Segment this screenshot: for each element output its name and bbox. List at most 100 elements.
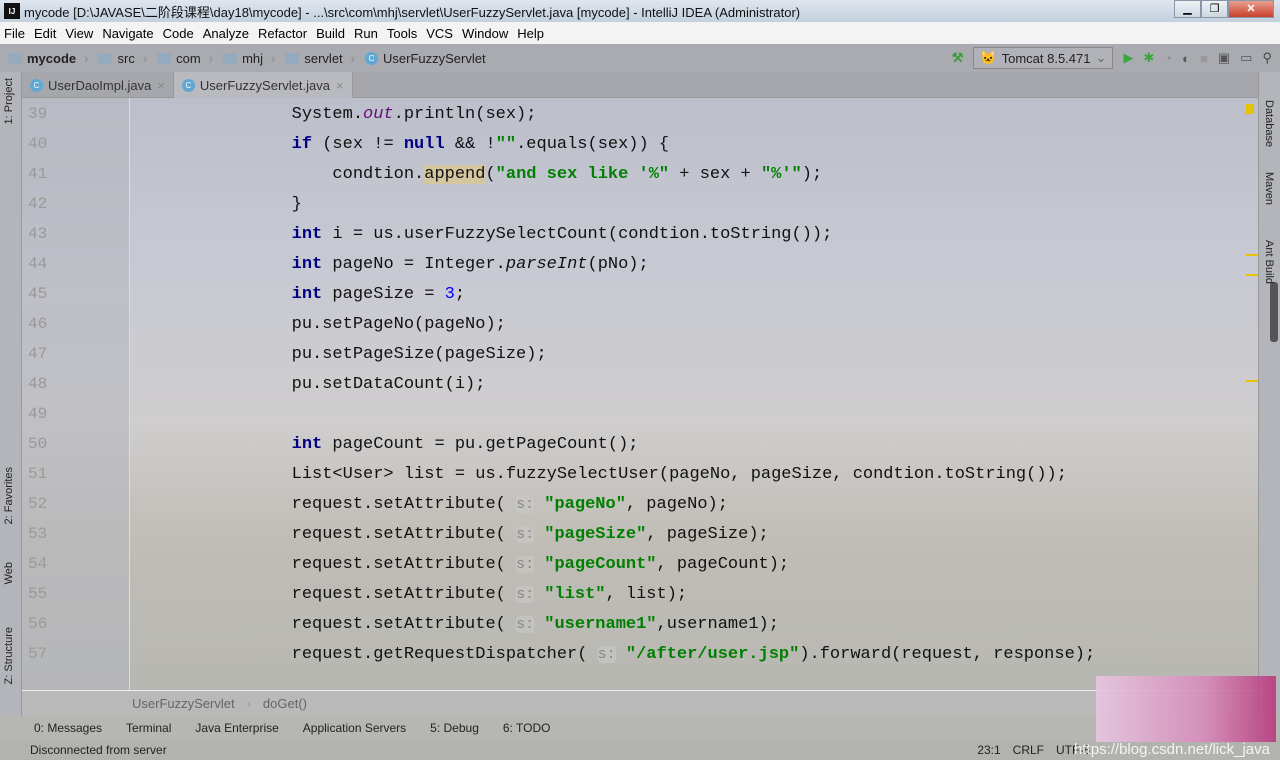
breadcrumb-src[interactable]: src › bbox=[98, 51, 147, 66]
parameter-hint: s: bbox=[516, 586, 535, 603]
menu-window[interactable]: Window bbox=[462, 26, 508, 41]
folder-icon bbox=[223, 52, 238, 64]
java-class-icon: C bbox=[30, 78, 43, 92]
breadcrumb-userfuzzyservlet[interactable]: C UserFuzzyServlet bbox=[365, 51, 486, 66]
run-icon[interactable]: ▶ bbox=[1123, 50, 1133, 66]
code-line[interactable]: pu.setDataCount(i); bbox=[210, 375, 486, 394]
code-line[interactable]: pu.setPageSize(pageSize); bbox=[210, 345, 547, 364]
tool-z-structure[interactable]: Z: Structure bbox=[3, 627, 15, 684]
tab-userdaoimpl-java[interactable]: C UserDaoImpl.java × bbox=[22, 72, 174, 98]
module-icon bbox=[8, 52, 22, 64]
code-token: int bbox=[291, 255, 323, 274]
tool-window--messages[interactable]: 0: Messages bbox=[34, 721, 102, 735]
debug-icon[interactable]: ✱ bbox=[1143, 50, 1154, 66]
menu-code[interactable]: Code bbox=[163, 26, 194, 41]
code-line[interactable]: int i = us.userFuzzySelectCount(condtion… bbox=[210, 225, 833, 244]
breadcrumb-class[interactable]: UserFuzzyServlet bbox=[132, 696, 235, 711]
caret-position[interactable]: 23:1 bbox=[977, 743, 1000, 757]
tool-ant-build[interactable]: Ant Build bbox=[1263, 240, 1275, 284]
code-line[interactable]: if (sex != null && !"".equals(sex)) { bbox=[210, 135, 670, 154]
code-line[interactable]: request.setAttribute( s: "pageSize", pag… bbox=[210, 525, 769, 544]
title-bar: IJ mycode [D:\JAVASE\二阶段课程\day18\mycode]… bbox=[0, 0, 1280, 22]
code-line[interactable]: request.setAttribute( s: "pageCount", pa… bbox=[210, 555, 790, 574]
tool-window-java-enterprise[interactable]: Java Enterprise bbox=[195, 721, 278, 735]
menu-edit[interactable]: Edit bbox=[34, 26, 56, 41]
code-line[interactable]: request.setAttribute( s: "list", list); bbox=[210, 585, 688, 604]
code-token: "username1" bbox=[544, 615, 657, 634]
tool-window-application-servers[interactable]: Application Servers bbox=[303, 721, 406, 735]
tool--project[interactable]: 1: Project bbox=[3, 78, 15, 124]
code-line[interactable]: } bbox=[210, 195, 302, 214]
build-icon[interactable]: ⚒ bbox=[952, 50, 964, 66]
close-tab-icon[interactable]: × bbox=[336, 78, 344, 93]
terminal-icon[interactable]: ▭ bbox=[1240, 50, 1252, 66]
profile-icon[interactable]: ◐ bbox=[1182, 51, 1190, 66]
code-line[interactable]: int pageNo = Integer.parseInt(pNo); bbox=[210, 255, 649, 274]
menu-vcs[interactable]: VCS bbox=[426, 26, 453, 41]
code-line[interactable]: request.setAttribute( s: "username1",use… bbox=[210, 615, 779, 634]
breadcrumb-com[interactable]: com › bbox=[157, 51, 213, 66]
code-line[interactable]: condtion.append("and sex like '%" + sex … bbox=[210, 165, 822, 184]
line-number: 47 bbox=[28, 345, 48, 363]
code-token: (sex != bbox=[312, 135, 404, 154]
code-token: List<User> list = us.fuzzySelectUser(pag… bbox=[210, 465, 1067, 484]
code-token: int bbox=[291, 225, 323, 244]
parameter-hint: s: bbox=[516, 526, 535, 543]
menu-navigate[interactable]: Navigate bbox=[102, 26, 153, 41]
coverage-icon[interactable]: ◔ bbox=[1164, 51, 1172, 66]
stop-icon[interactable]: ■ bbox=[1200, 51, 1208, 66]
restore-button[interactable]: ❐ bbox=[1201, 0, 1228, 18]
code-token: i = us.userFuzzySelectCount(condtion.toS… bbox=[322, 225, 833, 244]
close-tab-icon[interactable]: × bbox=[157, 78, 165, 93]
search-icon[interactable]: ⚲ bbox=[1262, 50, 1272, 66]
menu-build[interactable]: Build bbox=[316, 26, 345, 41]
breadcrumb-mycode[interactable]: mycode › bbox=[8, 51, 88, 66]
chevron-right-icon: › bbox=[208, 50, 214, 66]
line-number: 42 bbox=[28, 195, 48, 213]
code-line[interactable]: request.setAttribute( s: "pageNo", pageN… bbox=[210, 495, 728, 514]
code-line[interactable]: int pageSize = 3; bbox=[210, 285, 465, 304]
menu-tools[interactable]: Tools bbox=[387, 26, 417, 41]
breadcrumb-mhj[interactable]: mhj › bbox=[223, 51, 275, 66]
tab-userfuzzyservlet-java[interactable]: C UserFuzzyServlet.java × bbox=[173, 72, 353, 98]
menu-file[interactable]: File bbox=[4, 26, 25, 41]
code-token: } bbox=[210, 195, 302, 214]
line-separator[interactable]: CRLF bbox=[1013, 743, 1044, 757]
parameter-hint: s: bbox=[516, 616, 535, 633]
code-line[interactable]: int pageCount = pu.getPageCount(); bbox=[210, 435, 639, 454]
menu-view[interactable]: View bbox=[65, 26, 93, 41]
close-button[interactable]: ✕ bbox=[1228, 0, 1274, 18]
scrollbar[interactable] bbox=[1270, 282, 1278, 342]
tool-maven[interactable]: Maven bbox=[1263, 172, 1275, 205]
code-line[interactable]: List<User> list = us.fuzzySelectUser(pag… bbox=[210, 465, 1067, 484]
line-number: 48 bbox=[28, 375, 48, 393]
run-configuration-select[interactable]: 🐱 Tomcat 8.5.471 ⌄ bbox=[973, 47, 1114, 69]
tool-window-terminal[interactable]: Terminal bbox=[126, 721, 171, 735]
tool-window--todo[interactable]: 6: TODO bbox=[503, 721, 551, 735]
minimize-button[interactable]: ▁ bbox=[1174, 0, 1201, 18]
menu-run[interactable]: Run bbox=[354, 26, 378, 41]
breadcrumb-method[interactable]: doGet() bbox=[263, 696, 307, 711]
code-token: ).forward(request, response); bbox=[799, 645, 1096, 664]
menu-help[interactable]: Help bbox=[517, 26, 544, 41]
tomcat-icon: 🐱 bbox=[980, 50, 997, 65]
chevron-right-icon: › bbox=[84, 50, 89, 66]
navigation-bar: mycode › src › com › mhj › servlet › C UserFuzzySer… bbox=[0, 44, 1280, 72]
tool--favorites[interactable]: 2: Favorites bbox=[3, 467, 15, 524]
tool-database[interactable]: Database bbox=[1263, 100, 1275, 147]
menu-refactor[interactable]: Refactor bbox=[258, 26, 307, 41]
code-line[interactable]: pu.setPageNo(pageNo); bbox=[210, 315, 506, 334]
code-editor[interactable]: 39 System.out.println(sex); 40 if (sex !=… bbox=[22, 98, 1258, 690]
tool-window--debug[interactable]: 5: Debug bbox=[430, 721, 479, 735]
breadcrumb-servlet[interactable]: servlet › bbox=[285, 51, 355, 66]
menu-analyze[interactable]: Analyze bbox=[203, 26, 249, 41]
project-structure-icon[interactable]: ▣ bbox=[1218, 50, 1230, 66]
code-line[interactable]: request.getRequestDispatcher( s: "/after… bbox=[210, 645, 1096, 664]
tool-web[interactable]: Web bbox=[3, 562, 15, 584]
breadcrumb-label: UserFuzzyServlet bbox=[383, 50, 486, 66]
code-line[interactable]: System.out.println(sex); bbox=[210, 105, 537, 124]
